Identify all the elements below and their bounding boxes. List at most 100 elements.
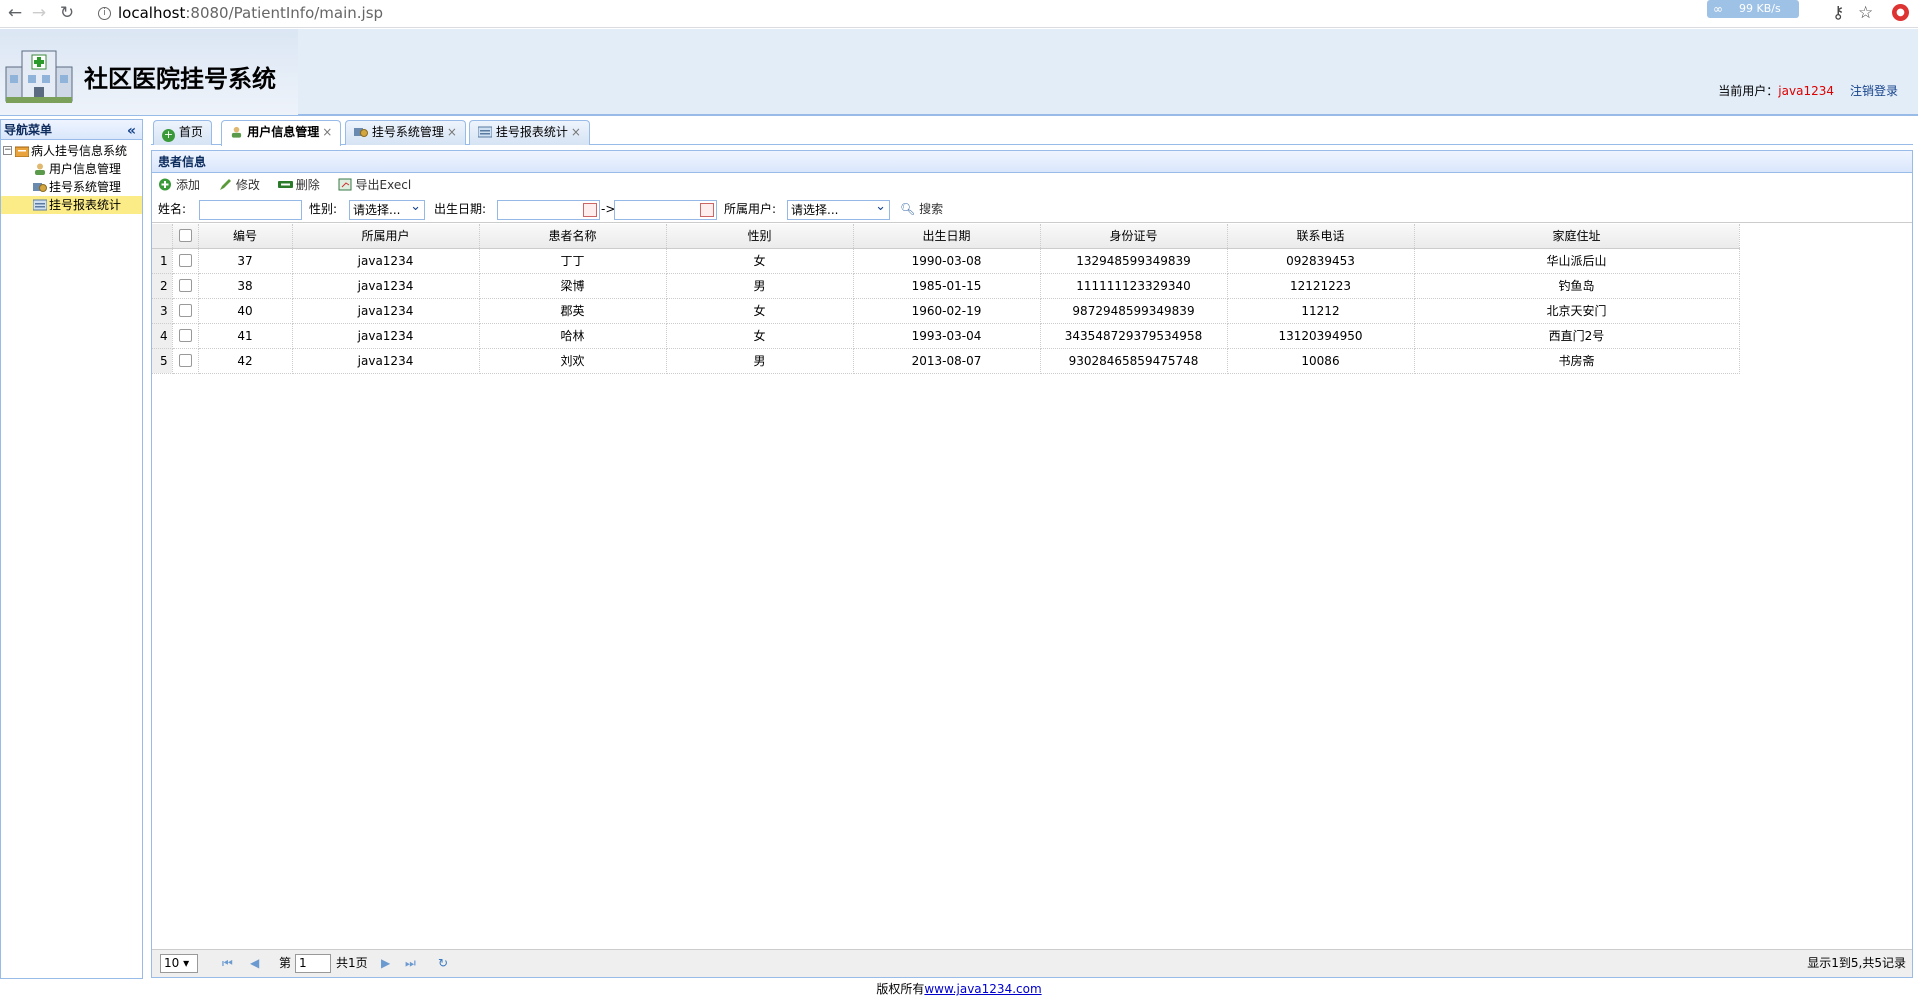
select-all-checkbox[interactable] (172, 224, 199, 249)
footer-link[interactable]: www.java1234.com (924, 982, 1041, 996)
cell: 男 (666, 348, 854, 374)
cell: 女 (666, 248, 854, 274)
gender-select[interactable]: 请选择... (349, 198, 425, 220)
sidebar-item-user-info[interactable]: 用户信息管理 (1, 160, 142, 178)
col-header[interactable]: 身份证号 (1040, 224, 1228, 249)
row-checkbox[interactable] (172, 323, 199, 349)
table-row[interactable]: 2 38 java1234 梁博 男 1985-01-15 1111111233… (152, 273, 1740, 299)
tree-collapse-icon[interactable]: − (3, 146, 12, 155)
add-label: 添加 (176, 178, 201, 192)
col-header[interactable]: 性别 (666, 224, 854, 249)
search-button[interactable]: 🔍︎ 搜索 (900, 197, 943, 221)
forward-icon[interactable]: → (28, 3, 50, 23)
pagination-bar: 10 ▾ ⏮ ◀ 第 1 共1页 ▶ ⏭ ↻ 显示1到5,共5记录 (152, 949, 1912, 977)
checkbox[interactable] (178, 253, 192, 267)
adblock-icon[interactable]: ● (1892, 4, 1909, 21)
table-row[interactable]: 1 37 java1234 丁丁 女 1990-03-08 1329485993… (152, 248, 1740, 274)
extension-speed-badge[interactable]: ∞ 99 KB/s (1707, 0, 1799, 18)
toolbar: 添加 修改 删除 导出Execl (152, 173, 1912, 197)
back-icon[interactable]: ← (4, 3, 26, 23)
page-size-select[interactable]: 10 ▾ (160, 954, 198, 973)
gender-label: 性别: (309, 202, 338, 216)
tab-user-info[interactable]: 用户信息管理 × (221, 120, 342, 146)
calendar-icon[interactable] (583, 203, 597, 217)
tab-home[interactable]: + 首页 (153, 120, 212, 145)
close-icon[interactable]: × (571, 125, 581, 139)
delete-button[interactable]: 删除 (277, 173, 320, 197)
checkbox[interactable] (178, 353, 192, 367)
url-path: :8080/PatientInfo/main.jsp (185, 4, 384, 22)
col-header[interactable]: 家庭住址 (1414, 224, 1740, 249)
row-checkbox[interactable] (172, 298, 199, 324)
cell: 西直门2号 (1414, 323, 1740, 349)
cell: java1234 (292, 273, 480, 299)
cell: 132948599349839 (1040, 248, 1228, 274)
key-icon[interactable]: ⚷ (1832, 3, 1844, 23)
star-icon[interactable]: ☆ (1858, 3, 1873, 23)
address-bar[interactable]: localhost:8080/PatientInfo/main.jsp (96, 2, 1666, 25)
prev-page-icon[interactable]: ◀ (250, 950, 259, 976)
patient-grid: 编号 所属用户 患者名称 性别 出生日期 身份证号 联系电话 家庭住址 1 37… (152, 224, 1912, 924)
user-label: 所属用户: (724, 202, 777, 216)
cell: 刘欢 (479, 348, 667, 374)
sidebar-header: 导航菜单 « (1, 120, 142, 140)
logout-link[interactable]: 注销登录 (1850, 84, 1898, 98)
user-select[interactable]: 请选择... (787, 198, 890, 220)
last-page-icon[interactable]: ⏭ (405, 950, 416, 976)
user-area: 当前用户：java1234 注销登录 (1718, 82, 1898, 99)
name-input[interactable] (199, 200, 302, 220)
hospital-logo-icon (5, 50, 73, 103)
checkbox[interactable] (178, 303, 192, 317)
next-page-icon[interactable]: ▶ (381, 950, 390, 976)
rownum-header (152, 224, 173, 249)
row-checkbox[interactable] (172, 348, 199, 374)
close-icon[interactable]: × (447, 125, 457, 139)
page-number-input[interactable]: 1 (295, 954, 331, 973)
sidebar-item-label: 挂号系统管理 (49, 180, 122, 194)
checkbox[interactable] (178, 328, 192, 342)
birth-end-input[interactable] (614, 200, 717, 220)
export-button[interactable]: 导出Execl (338, 173, 411, 197)
cell: 2013-08-07 (853, 348, 1041, 374)
close-icon[interactable]: × (322, 125, 332, 139)
copyright-text: 版权所有 (876, 982, 925, 996)
reload-icon[interactable]: ↻ (56, 3, 78, 23)
patient-panel: 患者信息 添加 修改 删除 导出Execl 姓名: 性别: 请选择... 出生日… (151, 150, 1913, 978)
col-header[interactable]: 出生日期 (853, 224, 1041, 249)
first-page-icon[interactable]: ⏮ (222, 950, 233, 976)
cell: 111111123329340 (1040, 273, 1228, 299)
birth-start-input[interactable] (497, 200, 600, 220)
sidebar-item-report[interactable]: 挂号报表统计 (1, 196, 142, 214)
cell: 丁丁 (479, 248, 667, 274)
col-header[interactable]: 联系电话 (1227, 224, 1415, 249)
settings-icon (33, 183, 47, 192)
page-total: 共1页 (336, 956, 368, 970)
table-row[interactable]: 5 42 java1234 刘欢 男 2013-08-07 9302846585… (152, 348, 1740, 374)
calendar-icon[interactable] (700, 203, 714, 217)
table-row[interactable]: 4 41 java1234 哈林 女 1993-03-04 3435487293… (152, 323, 1740, 349)
row-checkbox[interactable] (172, 273, 199, 299)
tree-root[interactable]: − 病人挂号信息系统 (1, 142, 142, 160)
tab-label: 用户信息管理 (247, 125, 320, 139)
pencil-icon (219, 179, 231, 190)
tab-registration[interactable]: 挂号系统管理 × (345, 120, 466, 145)
col-header[interactable]: 编号 (198, 224, 293, 249)
footer: 版权所有www.java1234.com (0, 980, 1918, 997)
settings-icon (354, 128, 368, 137)
cell: 1960-02-19 (853, 298, 1041, 324)
tab-report[interactable]: 挂号报表统计 × (469, 120, 590, 145)
col-header[interactable]: 患者名称 (479, 224, 667, 249)
cell: 11212 (1227, 298, 1415, 324)
sidebar-item-registration[interactable]: 挂号系统管理 (1, 178, 142, 196)
add-button[interactable]: 添加 (158, 173, 200, 197)
checkbox[interactable] (178, 228, 192, 242)
col-header[interactable]: 所属用户 (292, 224, 480, 249)
user-icon (35, 163, 45, 175)
tab-label: 挂号系统管理 (371, 125, 444, 139)
table-row[interactable]: 3 40 java1234 郡英 女 1960-02-19 9872948599… (152, 298, 1740, 324)
checkbox[interactable] (178, 278, 192, 292)
row-checkbox[interactable] (172, 248, 199, 274)
refresh-icon[interactable]: ↻ (438, 950, 448, 976)
collapse-icon[interactable]: « (127, 121, 136, 141)
edit-button[interactable]: 修改 (218, 173, 260, 197)
